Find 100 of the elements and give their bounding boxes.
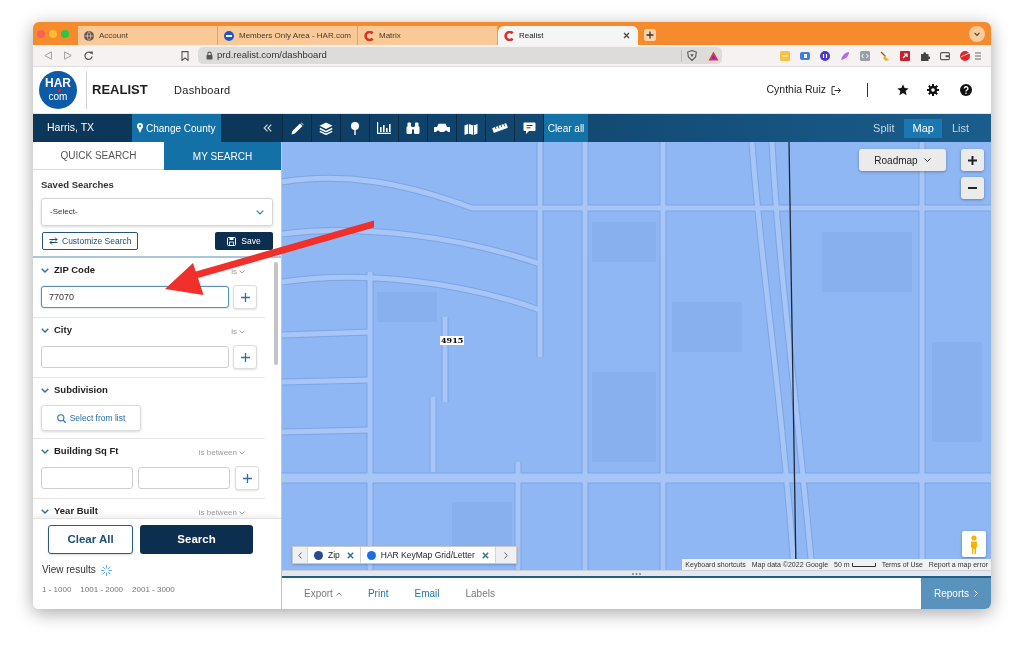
chevron-down-icon[interactable] — [41, 448, 49, 454]
chevron-down-icon — [239, 330, 245, 334]
browser-tab[interactable]: Account — [78, 26, 218, 45]
filter-title: ZIP Code — [54, 264, 95, 276]
chevron-down-icon[interactable] — [41, 327, 49, 333]
car-icon — [434, 122, 450, 134]
map-type-dropdown[interactable]: Roadmap — [859, 149, 946, 171]
chevron-down-icon — [239, 511, 245, 515]
url-text: prd.realist.com/dashboard — [217, 48, 327, 63]
chevron-right-icon — [974, 590, 978, 597]
chevron-left-icon — [298, 551, 302, 559]
star-icon[interactable] — [897, 84, 909, 96]
action-link[interactable]: Email — [414, 586, 440, 601]
input-field[interactable] — [138, 467, 230, 489]
parcel-label[interactable]: 4915 — [440, 336, 465, 345]
globe-icon — [84, 30, 94, 41]
add-button[interactable] — [233, 285, 257, 309]
swap-arrows-icon — [49, 237, 58, 245]
browser-tab[interactable]: Matrix — [358, 26, 498, 45]
profile-avatar-icon[interactable] — [960, 50, 970, 61]
triangle-icon[interactable] — [708, 50, 719, 61]
layer-name: HAR KeyMap Grid/Letter — [380, 548, 475, 562]
save-icon — [227, 236, 237, 246]
result-range-link[interactable]: 1001 - 2000 — [80, 584, 124, 596]
add-button[interactable] — [233, 345, 257, 369]
filter-title: Year Built — [54, 505, 98, 517]
select-from-list-button[interactable]: Select from list — [41, 405, 141, 431]
resize-handle[interactable] — [282, 570, 991, 576]
help-icon[interactable] — [960, 84, 972, 96]
customize-search-button[interactable]: Customize Search — [42, 232, 139, 250]
scale-bar-icon — [851, 562, 876, 567]
chevron-down-icon — [239, 451, 245, 455]
address-bar[interactable]: prd.realist.com/dashboard — [198, 47, 722, 64]
new-tab-icon[interactable] — [644, 29, 656, 41]
zoom-out-button[interactable] — [961, 177, 984, 199]
close-icon[interactable] — [481, 551, 489, 559]
map-icon — [464, 121, 478, 135]
browser-tab[interactable]: Members Only Area - HAR.com — [218, 26, 358, 45]
clear-all-button[interactable]: Clear All — [48, 525, 133, 554]
minus-icon — [968, 187, 977, 189]
double-chevron-left-icon[interactable] — [263, 124, 272, 132]
chevron-down-icon[interactable] — [41, 267, 49, 273]
search-button[interactable]: Search — [140, 525, 253, 554]
site-logo-icon — [364, 30, 374, 41]
tag-icon[interactable] — [800, 50, 810, 61]
pencil-icon — [290, 121, 304, 135]
lock-icon — [206, 51, 213, 60]
reload-icon[interactable] — [84, 51, 93, 60]
brush-stroke-icon[interactable] — [840, 50, 850, 61]
zoom-in-button[interactable] — [961, 149, 984, 171]
logout-icon[interactable] — [831, 85, 841, 95]
chevron-down-icon — [923, 158, 931, 162]
action-link[interactable]: Print — [367, 586, 389, 601]
binoculars-icon — [406, 122, 420, 134]
puzzle-icon[interactable] — [920, 50, 930, 61]
view-toggle-tab[interactable]: Map — [904, 118, 942, 138]
save-button[interactable]: Save — [215, 232, 273, 250]
close-icon[interactable] — [346, 551, 354, 559]
chevron-down-icon[interactable] — [41, 508, 49, 514]
search-tab[interactable]: MY SEARCH — [164, 142, 281, 170]
logo-badge[interactable]: HAR com — [39, 71, 77, 109]
browser-tab[interactable]: Realist — [498, 26, 638, 45]
arrow-tile-icon[interactable] — [900, 50, 910, 61]
chevron-down-icon[interactable] — [41, 387, 49, 393]
chevron-down-icon — [239, 270, 245, 274]
result-range-link[interactable]: 1 - 1000 — [42, 584, 72, 596]
input-field[interactable]: 77070 — [41, 286, 229, 308]
settings-icon[interactable] — [927, 84, 939, 96]
saved-search-select[interactable]: -Select- — [41, 198, 273, 226]
brand-name: REALIST — [92, 81, 149, 100]
result-range-link[interactable]: 2001 - 3000 — [132, 584, 175, 596]
search-icon — [56, 413, 66, 423]
logo-text: HAR — [45, 78, 71, 89]
chevron-down-icon — [256, 209, 264, 215]
ruler-icon — [492, 123, 508, 133]
section-label: Saved Searches — [41, 179, 115, 191]
input-field[interactable] — [41, 467, 133, 489]
caret-up-icon — [335, 591, 342, 596]
shield-icon[interactable] — [687, 50, 697, 61]
view-toggle-tab[interactable]: Split — [871, 118, 897, 138]
chevron-down-icon[interactable] — [969, 25, 985, 42]
wallet-icon[interactable] — [940, 50, 950, 61]
round-logo-icon[interactable] — [820, 50, 830, 61]
clear-all-button[interactable]: Clear all — [544, 114, 588, 142]
layers-icon — [319, 121, 333, 135]
county-label: Harris, TX — [46, 120, 96, 136]
site-logo-icon — [504, 30, 514, 41]
input-field[interactable] — [41, 346, 229, 368]
layer-name: Zip — [328, 548, 340, 562]
view-results-label: View results — [42, 564, 96, 576]
close-icon[interactable] — [623, 32, 630, 39]
bar-chart-icon — [377, 122, 391, 134]
broom-icon[interactable] — [880, 50, 890, 61]
scrollbar-thumb[interactable] — [274, 262, 278, 365]
user-name[interactable]: Cynthia Ruiz — [766, 82, 826, 98]
change-county-button[interactable]: Change County — [132, 114, 221, 142]
bookmark-icon[interactable] — [181, 50, 189, 61]
logo-text: com — [48, 92, 68, 102]
view-toggle-tab[interactable]: List — [949, 118, 971, 138]
add-button[interactable] — [235, 466, 259, 490]
